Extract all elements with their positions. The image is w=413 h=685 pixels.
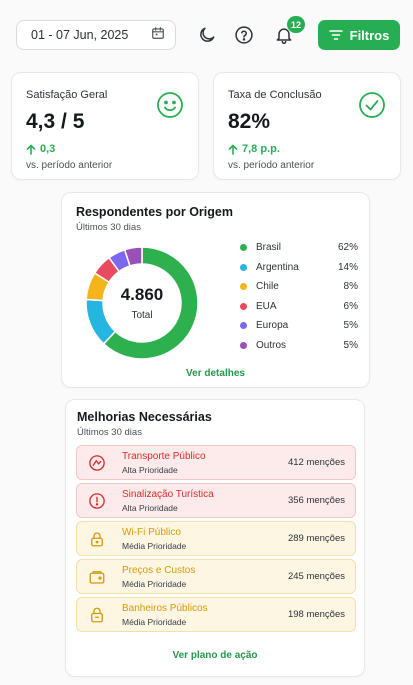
kpi-note: vs. período anterior [228, 160, 315, 171]
legend-item: Outros 5% [240, 336, 358, 356]
legend-label: EUA [256, 300, 277, 312]
improvement-priority: Média Prioridade [122, 540, 187, 551]
legend-label: Europa [256, 320, 289, 332]
smile-icon [156, 91, 184, 124]
legend-label: Outros [256, 339, 287, 351]
wifi-lock-icon [87, 529, 107, 549]
section-subtitle: Últimos 30 dias [76, 222, 141, 233]
legend-color-dot [240, 244, 247, 252]
improvement-item[interactable]: Transporte Público Alta Prioridade 412 men… [76, 445, 356, 480]
total-value: 4.860 [120, 285, 164, 304]
legend-percent: 62% [337, 242, 358, 254]
bus-icon [87, 453, 107, 473]
improvement-priority: Média Prioridade [122, 616, 187, 627]
kpi-delta: 0,3 [26, 143, 184, 155]
improvement-texts: Sinalização Turística Alta Prioridade [122, 489, 288, 513]
help-circle-icon [235, 26, 253, 44]
legend-item: Brasil 62% [240, 238, 358, 258]
improvement-item[interactable]: Sinalização Turística Alta Prioridade 356 … [76, 483, 356, 518]
top-bar: 01 - 07 Jun, 2025 12 Filtros [0, 0, 413, 70]
improvement-item[interactable]: Preços e Custos Média Prioridade 245 mençõ… [76, 559, 356, 594]
check-circle-icon [358, 91, 386, 124]
legend-color-dot [240, 341, 247, 349]
improvement-count: 198 menções [287, 609, 345, 620]
section-title: Respondentes por Origem [76, 205, 233, 219]
legend-label: Brasil [256, 242, 282, 254]
notification-badge: 12 [286, 16, 305, 33]
notifications-button[interactable]: 12 [271, 16, 305, 48]
restroom-icon [87, 605, 107, 625]
total-label: Total [131, 310, 153, 321]
section-title: Melhorias Necessárias [77, 410, 212, 424]
improvement-texts: Wi-Fi Público Média Prioridade [122, 527, 288, 551]
legend-color-dot [240, 283, 247, 291]
improvement-count: 245 menções [287, 571, 345, 582]
chart-legend: Brasil 62% Argentina 14% Chile 8% EUA 6% Europa 5… [240, 238, 358, 355]
improvement-name: Transporte Público [122, 450, 206, 462]
donut-center: 4.860 Total [80, 241, 204, 365]
improvements-list: Transporte Público Alta Prioridade 412 men… [76, 445, 356, 635]
alert-circle-icon [87, 491, 107, 511]
legend-percent: 5% [343, 339, 358, 351]
improvement-priority: Alta Prioridade [122, 464, 178, 475]
date-range-picker[interactable]: 01 - 07 Jun, 2025 [16, 20, 176, 50]
improvement-texts: Transporte Público Alta Prioridade [122, 451, 288, 475]
improvement-texts: Banheiros Públicos Média Prioridade [122, 603, 288, 627]
kpi-note: vs. período anterior [26, 160, 113, 171]
legend-item: EUA 6% [240, 297, 358, 317]
improvement-name: Sinalização Turística [122, 488, 214, 500]
improvement-count: 289 menções [287, 533, 345, 544]
section-subtitle: Últimos 30 dias [77, 427, 142, 438]
moon-icon [200, 27, 215, 42]
respondents-card: Respondentes por Origem Últimos 30 dias … [61, 192, 370, 388]
improvement-name: Preços e Custos [122, 564, 196, 576]
legend-color-dot [240, 322, 247, 330]
legend-percent: 5% [343, 320, 358, 332]
wallet-icon [87, 567, 107, 587]
filter-icon [328, 30, 343, 40]
legend-item: Europa 5% [240, 316, 358, 336]
improvement-name: Banheiros Públicos [122, 602, 208, 614]
improvement-texts: Preços e Custos Média Prioridade [122, 565, 288, 589]
action-plan-link[interactable]: Ver plano de ação [66, 650, 364, 661]
filters-button[interactable]: Filtros [318, 20, 400, 50]
view-details-link[interactable]: Ver detalhes [62, 368, 369, 379]
legend-percent: 8% [343, 281, 358, 293]
arrow-up-icon [26, 144, 36, 155]
arrow-up-icon [228, 144, 238, 155]
legend-color-dot [240, 263, 247, 271]
dark-mode-button[interactable] [194, 22, 220, 48]
improvement-name: Wi-Fi Público [122, 526, 181, 538]
improvement-priority: Média Prioridade [122, 578, 187, 589]
date-range-text: 01 - 07 Jun, 2025 [31, 28, 129, 42]
legend-percent: 14% [337, 261, 358, 273]
filters-label: Filtros [349, 27, 390, 43]
kpi-delta-value: 0,3 [40, 143, 56, 155]
improvement-count: 412 menções [287, 457, 345, 468]
calendar-icon [151, 26, 165, 45]
legend-label: Argentina [256, 261, 299, 273]
legend-item: Chile 8% [240, 277, 358, 297]
legend-percent: 6% [343, 300, 358, 312]
improvements-card: Melhorias Necessárias Últimos 30 dias Tr… [65, 399, 365, 677]
kpi-delta-value: 7,8 p.p. [242, 143, 280, 155]
help-button[interactable] [231, 22, 257, 48]
improvement-priority: Alta Prioridade [122, 502, 178, 513]
improvement-count: 356 menções [287, 495, 345, 506]
legend-color-dot [240, 302, 247, 310]
legend-label: Chile [256, 281, 279, 293]
kpi-delta: 7,8 p.p. [228, 143, 386, 155]
legend-item: Argentina 14% [240, 258, 358, 278]
improvement-item[interactable]: Wi-Fi Público Média Prioridade 289 menções [76, 521, 356, 556]
kpi-card-satisfaction: Satisfação Geral 4,3 / 5 0,3 vs. período… [11, 72, 199, 180]
improvement-item[interactable]: Banheiros Públicos Média Prioridade 198 me… [76, 597, 356, 632]
kpi-card-completion: Taxa de Conclusão 82% 7,8 p.p. vs. perío… [213, 72, 401, 180]
